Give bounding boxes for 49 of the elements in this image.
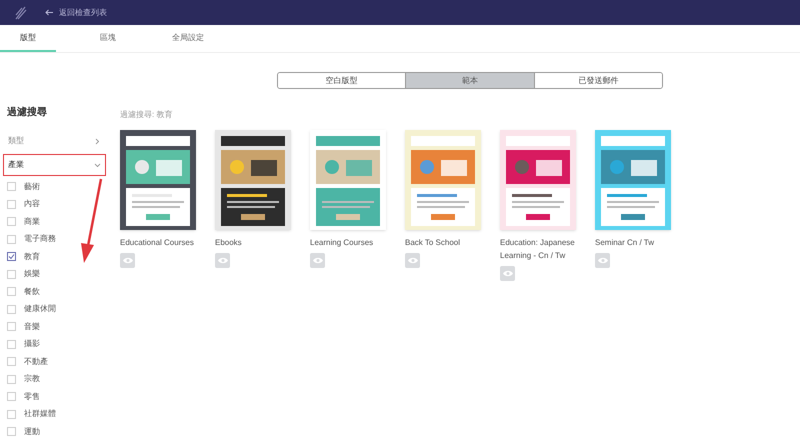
option-label: 餐飲: [24, 286, 40, 298]
tab[interactable]: 全局設定: [160, 25, 216, 52]
filter-dropdown[interactable]: 類型: [3, 130, 106, 152]
option-label: 不動產: [24, 356, 48, 368]
filter-title: 過濾搜尋: [6, 106, 48, 120]
option-label: 音樂: [24, 320, 40, 333]
preview-button[interactable]: [405, 253, 420, 268]
option-label: 商業: [24, 216, 40, 228]
template-name: Ebooks: [215, 237, 243, 249]
segment-button[interactable]: 已發送郵件: [534, 73, 662, 88]
preview-button[interactable]: [500, 266, 515, 281]
template-name: Seminar Cn / Tw: [595, 237, 655, 249]
chevron-down-icon: [94, 162, 101, 168]
segment-button[interactable]: 範本: [405, 73, 534, 88]
option-label: 社群媒體: [24, 408, 56, 420]
back-arrow-icon: [45, 9, 53, 16]
eye-icon: [502, 270, 512, 277]
option-label: 電子商務: [24, 233, 56, 246]
back-link[interactable]: 返回檢查列表: [45, 6, 107, 18]
preview-button[interactable]: [310, 253, 325, 268]
template-name: Learning Courses: [310, 237, 374, 249]
option-label: 攝影: [24, 338, 40, 350]
check-icon: [8, 253, 15, 260]
eye-icon: [312, 257, 322, 264]
eye-icon: [598, 257, 608, 264]
option-label: 教育: [24, 250, 40, 263]
eye-icon: [122, 257, 132, 264]
chevron-right-icon: [94, 138, 101, 144]
option-label: 藝術: [24, 180, 40, 193]
eye-icon: [408, 257, 418, 264]
tab[interactable]: 版型: [0, 25, 56, 52]
checkbox[interactable]: [7, 252, 16, 262]
template-name: Educational Courses: [120, 237, 195, 249]
option-label: 健康休閒: [24, 303, 56, 316]
logo-icon: [15, 6, 27, 20]
preview-button[interactable]: [215, 253, 230, 268]
option-label: 宗教: [24, 373, 40, 386]
option-label: 零售: [24, 390, 40, 403]
option-label: 內容: [24, 198, 40, 210]
results-label: 過濾搜尋: 教育: [120, 109, 174, 121]
preview-button[interactable]: [120, 253, 135, 268]
eye-icon: [218, 257, 228, 264]
option-label: 娛樂: [24, 268, 40, 280]
option-label: 運動: [24, 426, 40, 438]
template-name: Education: Japanese Learning - Cn / Tw: [500, 237, 576, 262]
filter-dropdown[interactable]: 產業: [3, 154, 106, 176]
template-name: Back To School: [405, 237, 461, 249]
tab[interactable]: 區塊: [80, 25, 136, 52]
preview-button[interactable]: [595, 253, 610, 268]
